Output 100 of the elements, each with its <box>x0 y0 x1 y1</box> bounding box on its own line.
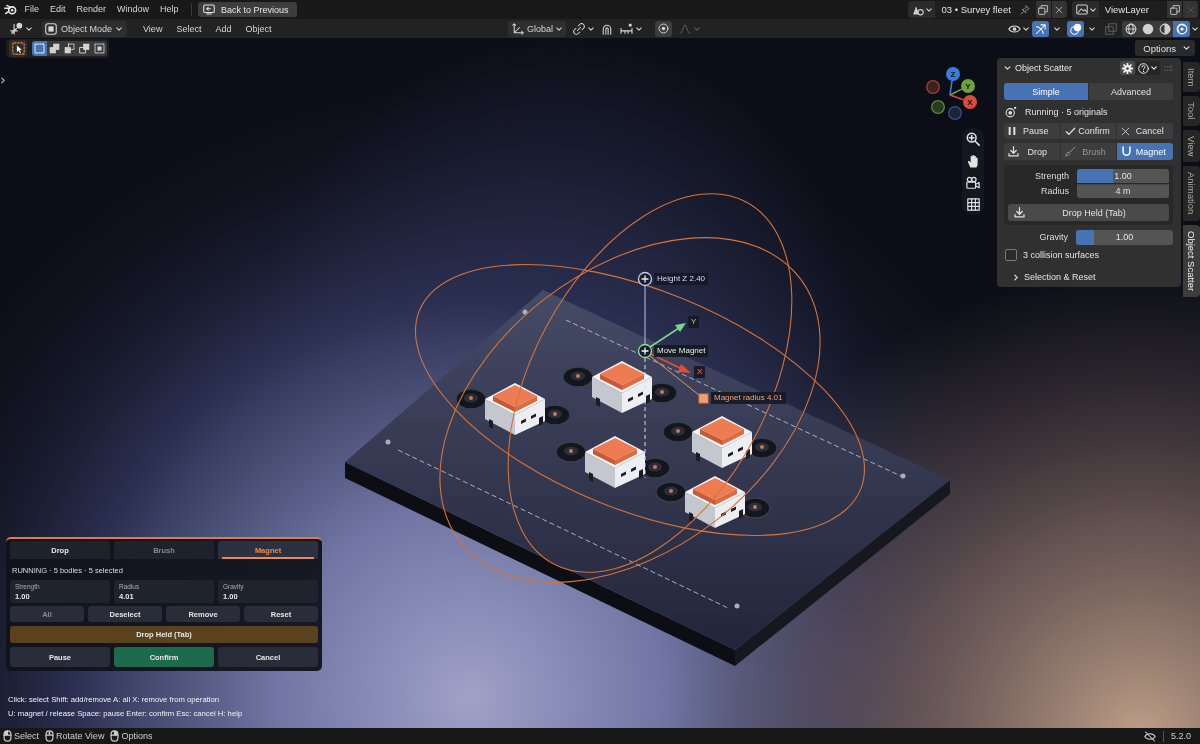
y-axis-arrow <box>649 323 686 348</box>
sidebar-tab[interactable]: View <box>1183 129 1200 163</box>
height-handle-icon[interactable] <box>637 271 653 287</box>
menu-item[interactable]: Add <box>211 23 236 34</box>
copy-icon <box>1038 4 1049 15</box>
camera-icon[interactable] <box>966 176 980 190</box>
zoom-icon[interactable] <box>966 132 980 146</box>
chevron-down-icon[interactable] <box>1192 26 1198 31</box>
view-layer-dropdown[interactable] <box>1071 1 1099 18</box>
dotted-square-icon <box>34 43 45 54</box>
menu-item[interactable]: Object <box>241 23 276 34</box>
chevron-down-icon[interactable] <box>1089 26 1095 31</box>
overlay-toggle[interactable] <box>1067 20 1084 37</box>
app-logo-icon[interactable] <box>4 4 17 15</box>
chevron-right-icon[interactable] <box>1 77 5 84</box>
radius-handle-icon[interactable] <box>698 393 709 404</box>
pause-button[interactable]: Pause <box>1004 123 1060 139</box>
chevron-down-icon <box>636 26 642 31</box>
selection-mode-button[interactable] <box>77 41 92 56</box>
sidebar-tab[interactable]: Tool <box>1183 96 1200 126</box>
chevron-down-icon <box>694 26 700 31</box>
magnet-icon <box>1121 146 1133 157</box>
left-click-mouse-icon <box>3 730 12 742</box>
panel-title: Object Scatter <box>1015 63 1073 73</box>
handle-label: Move Magnet <box>654 345 709 357</box>
selection-mode-button[interactable] <box>92 41 107 56</box>
back-to-previous-button[interactable]: Back to Previous <box>198 2 297 17</box>
xray-toggle[interactable] <box>1102 20 1119 37</box>
brush-icon <box>1064 146 1076 157</box>
hand-icon[interactable] <box>967 154 979 168</box>
chevron-down-icon[interactable] <box>1054 26 1060 31</box>
wireframe-shading-button[interactable] <box>1122 20 1139 37</box>
chevron-down-icon <box>1089 7 1096 12</box>
selection-mode-button[interactable] <box>47 41 62 56</box>
grid-icon[interactable] <box>966 198 980 211</box>
axis-ball[interactable]: Y <box>961 79 975 93</box>
drag-grip-icon[interactable] <box>1164 65 1173 71</box>
sidebar-tab[interactable]: Item <box>1183 62 1200 93</box>
mode-dropdown[interactable]: Object Mode <box>42 20 128 37</box>
slider-field[interactable]: 1.00 <box>1076 229 1173 245</box>
settings-button[interactable] <box>1120 61 1135 75</box>
proportional-edit-toggle[interactable] <box>655 20 672 37</box>
chevron-down-icon <box>1023 26 1029 31</box>
axes-sphere-icon <box>10 22 23 35</box>
selection-mode-button[interactable] <box>32 41 47 56</box>
subpanel-header[interactable]: Selection & Reset <box>1004 269 1096 285</box>
eye-slash-icon[interactable] <box>1143 730 1156 742</box>
status-text: Running · 5 originals <box>1025 107 1108 117</box>
mode-tab[interactable]: Advanced <box>1089 83 1173 100</box>
chevron-down-icon[interactable] <box>1004 66 1011 70</box>
menu-item[interactable]: Edit <box>44 1 72 18</box>
duplicate-button[interactable] <box>1166 1 1182 18</box>
confirm-button[interactable]: Confirm <box>1060 123 1117 139</box>
axis-ball[interactable]: X <box>963 95 977 109</box>
pin-icon[interactable] <box>1019 4 1030 15</box>
menu-item[interactable]: Render <box>71 1 112 18</box>
selection-mode-button[interactable] <box>62 41 77 56</box>
magnet-tool-button[interactable]: Magnet <box>1117 143 1173 160</box>
right-click-mouse-icon <box>110 730 120 742</box>
help-dropdown[interactable] <box>1136 61 1160 75</box>
options-dropdown[interactable]: Options <box>1135 40 1195 56</box>
magnet-icon[interactable] <box>601 22 613 35</box>
picture-icon <box>1075 4 1088 15</box>
mode-tab[interactable]: Simple <box>1004 83 1088 100</box>
view-layer-field[interactable]: ViewLayer <box>1098 1 1166 18</box>
rendered-shading-button[interactable] <box>1173 20 1190 37</box>
slider-field[interactable]: 1.00 <box>1077 168 1169 183</box>
sidebar-tab[interactable]: Animation <box>1183 166 1200 221</box>
scene-name-field[interactable]: 03 • Survey fleet <box>935 1 1035 18</box>
axes-icon <box>512 22 524 35</box>
menu-item[interactable]: Select <box>172 23 206 34</box>
editor-type-dropdown[interactable] <box>8 20 34 37</box>
scene-dropdown[interactable] <box>908 1 936 18</box>
leader-line <box>649 355 700 396</box>
menu-item[interactable]: Help <box>154 1 185 18</box>
drop-tool-button[interactable]: Drop <box>1004 143 1060 160</box>
move-handle-icon[interactable] <box>637 343 653 359</box>
checkbox[interactable] <box>1005 249 1017 261</box>
menu-item[interactable]: File <box>19 1 45 18</box>
field-label: Gravity <box>1038 232 1068 242</box>
material-shading-button[interactable] <box>1156 20 1173 37</box>
close-icon <box>1121 126 1131 136</box>
curve-icon <box>679 23 691 34</box>
axis-ball[interactable]: Z <box>946 67 960 81</box>
cube-icon <box>45 22 57 35</box>
gizmo-toggle[interactable] <box>1032 20 1049 37</box>
negative-axis-icon[interactable] <box>926 80 940 94</box>
sidebar-tab[interactable]: Object Scatter <box>1183 224 1200 297</box>
chevron-down-icon <box>116 26 123 31</box>
drop-held-button[interactable]: Drop Held (Tab) <box>1008 204 1169 221</box>
negative-axis-icon[interactable] <box>931 100 945 114</box>
checkbox-label: 3 collision surfaces <box>1023 250 1100 260</box>
menu-item[interactable]: Window <box>111 1 155 18</box>
dotted-overlap-icon <box>64 43 75 54</box>
select-tool-button[interactable] <box>9 40 27 57</box>
cancel-button[interactable]: Cancel <box>1117 123 1173 139</box>
transform-orientation-dropdown[interactable]: Global <box>508 20 566 37</box>
number-field[interactable]: 4 m <box>1077 183 1169 198</box>
framed-square-icon <box>94 43 105 54</box>
menu-item[interactable]: View <box>139 23 167 34</box>
